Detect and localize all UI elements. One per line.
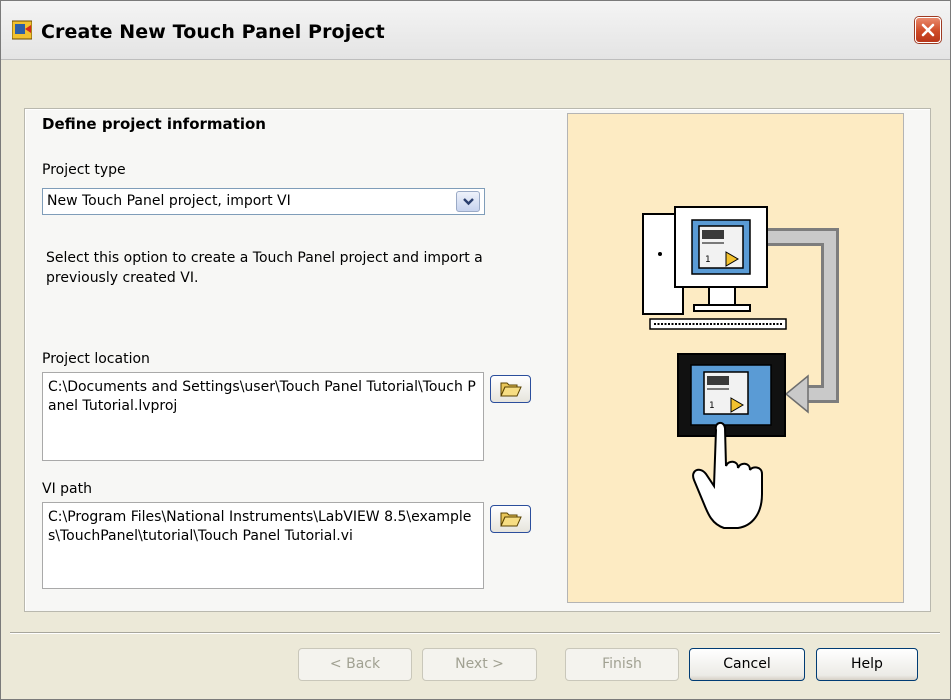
vi-path-value: C:\Program Files\National Instruments\La… [48,509,472,544]
cancel-button[interactable]: Cancel [689,648,805,681]
project-location-label: Project location [42,351,150,367]
footer-divider [10,632,940,634]
labview-touch-panel-icon [12,20,32,40]
help-button[interactable]: Help [816,648,918,681]
deploy-to-touch-panel-illustration: 1 1 [642,206,839,529]
project-type-dropdown-button[interactable] [456,191,480,212]
vi-path-label: VI path [42,481,92,497]
vi-path-field[interactable]: C:\Program Files\National Instruments\La… [42,502,484,589]
option-description: Select this option to create a Touch Pan… [46,250,483,286]
next-button[interactable]: Next > [422,648,537,681]
section-heading: Define project information [42,115,266,133]
close-icon [921,23,935,37]
chevron-down-icon [463,198,474,206]
back-button[interactable]: < Back [298,648,412,681]
folder-open-icon [500,512,522,527]
title-bar[interactable]: Create New Touch Panel Project [1,1,950,60]
project-type-value: New Touch Panel project, import VI [47,193,291,209]
project-location-browse-button[interactable] [490,375,531,403]
project-location-value: C:\Documents and Settings\user\Touch Pan… [48,379,476,414]
dialog-window: Create New Touch Panel Project Define pr… [0,0,951,700]
project-type-select[interactable]: New Touch Panel project, import VI [42,188,485,215]
illustration-panel: 1 1 [567,113,904,603]
folder-open-icon [500,382,522,397]
finish-button[interactable]: Finish [565,648,679,681]
project-location-field[interactable]: C:\Documents and Settings\user\Touch Pan… [42,372,484,461]
panel-digit: 1 [709,401,715,411]
project-type-label: Project type [42,162,126,178]
window-title: Create New Touch Panel Project [41,21,385,43]
monitor-digit: 1 [705,255,711,265]
close-button[interactable] [915,17,941,43]
vi-path-browse-button[interactable] [490,505,531,533]
